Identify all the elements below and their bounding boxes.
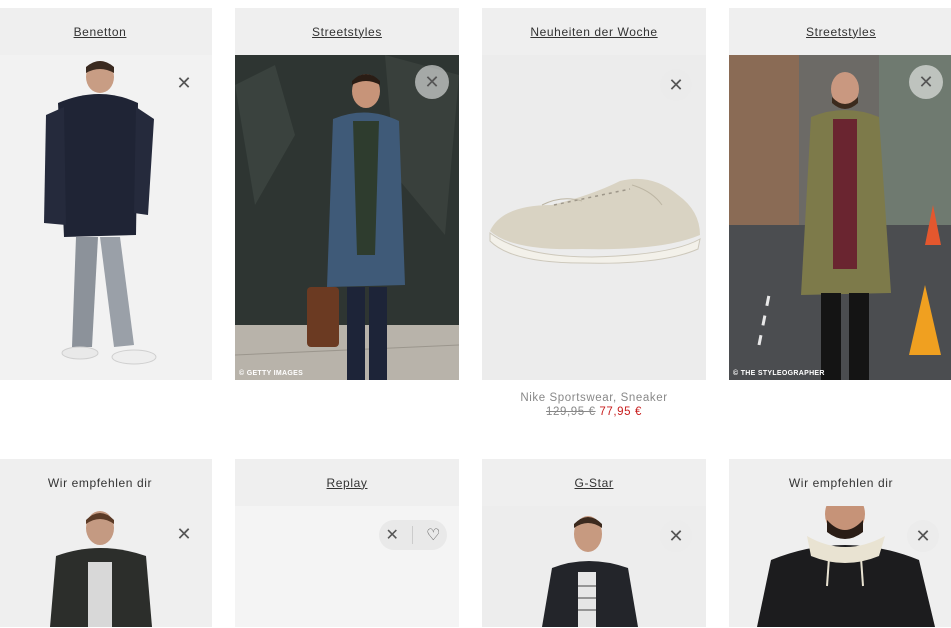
product-card-streetstyles: Streetstyles ✕ © GETTY IMAGES	[235, 8, 459, 380]
product-info[interactable]: Nike Sportswear, Sneaker 129,95 € 77,95 …	[482, 391, 706, 419]
close-icon[interactable]: ✕	[386, 525, 399, 545]
close-icon[interactable]: ✕	[660, 520, 692, 552]
product-image[interactable]: ✕	[482, 506, 706, 627]
card-header-link[interactable]: G-Star	[482, 459, 706, 506]
card-actions: ✕ ♡	[379, 520, 447, 550]
product-name: Nike Sportswear, Sneaker	[520, 392, 668, 404]
image-watermark: © GETTY IMAGES	[239, 370, 304, 377]
image-watermark: © THE STYLEOGRAPHER	[733, 370, 825, 377]
close-icon[interactable]: ✕	[170, 520, 198, 548]
street-blue-coat-image	[235, 55, 459, 380]
close-icon[interactable]: ✕	[907, 520, 939, 552]
close-icon[interactable]: ✕	[909, 65, 943, 99]
card-header-link[interactable]: Replay	[235, 459, 459, 506]
sneaker-image	[482, 55, 706, 380]
product-price: 129,95 € 77,95 €	[482, 405, 706, 419]
heart-icon[interactable]: ♡	[426, 525, 440, 545]
product-card-recommendation-2: Wir empfehlen dir ✕	[729, 459, 951, 627]
product-image[interactable]: ✕	[729, 506, 951, 627]
card-header-link[interactable]: Benetton	[0, 8, 212, 55]
close-icon[interactable]: ✕	[660, 69, 692, 101]
divider	[412, 526, 414, 544]
sale-price: 77,95 €	[599, 406, 642, 418]
old-price: 129,95 €	[546, 406, 596, 418]
product-card-gstar: G-Star ✕	[482, 459, 706, 627]
product-image[interactable]: ✕	[0, 506, 212, 627]
product-image[interactable]: ✕	[482, 55, 706, 380]
close-icon[interactable]: ✕	[415, 65, 449, 99]
product-card-benetton: Benetton ✕	[0, 8, 212, 380]
street-trench-coat-image	[729, 55, 951, 380]
card-header-link[interactable]: Neuheiten der Woche	[482, 8, 706, 55]
product-card-replay: Replay ✕ ♡	[235, 459, 459, 627]
card-header: Wir empfehlen dir	[0, 459, 212, 506]
close-icon[interactable]: ✕	[170, 69, 198, 97]
card-header-link[interactable]: Streetstyles	[235, 8, 459, 55]
card-header: Wir empfehlen dir	[729, 459, 951, 506]
product-image[interactable]: ✕	[0, 55, 212, 380]
streetstyle-image[interactable]: ✕ © GETTY IMAGES	[235, 55, 459, 380]
model-puffer-jacket-image	[0, 55, 212, 380]
card-header-link[interactable]: Streetstyles	[729, 8, 951, 55]
product-card-streetstyles-2: Streetstyles ✕ © THE STYLEOGRAPHER	[729, 8, 951, 380]
product-card-neuheiten: Neuheiten der Woche ✕ Nike Sportswear, S…	[482, 8, 706, 419]
product-image[interactable]: ✕ ♡	[235, 506, 459, 627]
streetstyle-image[interactable]: ✕ © THE STYLEOGRAPHER	[729, 55, 951, 380]
product-card-recommendation: Wir empfehlen dir ✕	[0, 459, 212, 627]
